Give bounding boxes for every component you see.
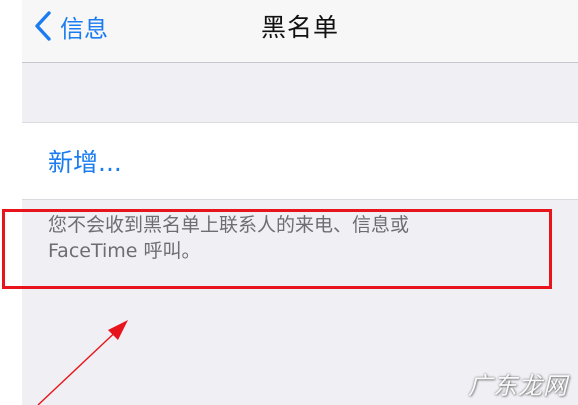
arrow-annotation-icon bbox=[37, 320, 128, 405]
navigation-bar: 信息 黑名单 bbox=[22, 0, 578, 63]
page-title: 黑名单 bbox=[260, 13, 339, 42]
add-new-label: 新增... bbox=[48, 148, 122, 177]
highlight-annotation-box bbox=[2, 209, 552, 289]
watermark-logo: 广东龙网 bbox=[468, 372, 568, 400]
add-new-cell[interactable]: 新增... bbox=[22, 122, 578, 200]
